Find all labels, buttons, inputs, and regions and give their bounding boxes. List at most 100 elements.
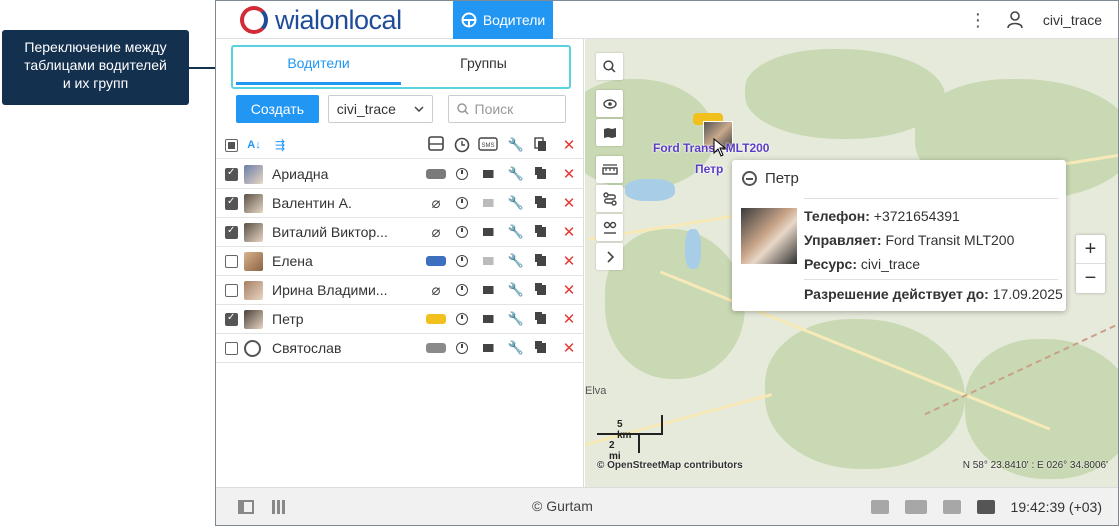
username[interactable]: civi_trace — [1043, 12, 1102, 28]
hierarchy-icon[interactable]: ⇶ — [268, 135, 292, 155]
driver-name[interactable]: Петр — [272, 311, 390, 327]
clock-icon[interactable] — [450, 280, 474, 300]
driver-name[interactable]: Виталий Виктор... — [272, 224, 390, 240]
geofence-icon[interactable] — [596, 214, 623, 241]
row-checkbox[interactable] — [225, 196, 238, 210]
clock-icon[interactable] — [450, 251, 474, 271]
no-unit-icon[interactable]: ⌀ — [424, 193, 448, 213]
chevron-right-icon[interactable] — [596, 243, 623, 270]
clock-icon[interactable] — [450, 309, 474, 329]
assigned-unit-icon[interactable] — [424, 164, 448, 184]
no-unit-icon[interactable]: ⌀ — [424, 222, 448, 242]
ruler-icon[interactable] — [596, 156, 623, 183]
assigned-unit-icon[interactable] — [424, 251, 448, 271]
row-checkbox[interactable] — [225, 225, 238, 239]
copy-icon[interactable] — [529, 164, 553, 184]
table-row[interactable]: Ирина Владими... ⌀ 🔧 ✕ — [216, 276, 584, 305]
copy-icon[interactable] — [529, 338, 553, 358]
map-attribution[interactable]: © OpenStreetMap contributors — [597, 460, 743, 471]
wrench-icon[interactable]: 🔧 — [504, 164, 528, 184]
driver-name[interactable]: Ариадна — [272, 166, 390, 182]
map-layers-icon[interactable] — [596, 119, 623, 146]
delete-header-icon[interactable]: ✕ — [557, 135, 581, 155]
copy-header-icon[interactable] — [529, 135, 553, 155]
table-row[interactable]: Ариадна 🔧 ✕ — [216, 160, 584, 189]
wrench-icon[interactable]: 🔧 — [504, 251, 528, 271]
sort-az-icon[interactable]: A↓ — [242, 135, 266, 155]
zoom-in-button[interactable]: + — [1076, 235, 1105, 264]
nav-drivers-button[interactable]: Водители — [453, 1, 553, 39]
bus-icon[interactable] — [424, 135, 448, 155]
table-row[interactable]: Елена 🔧 ✕ — [216, 247, 584, 276]
map-search-icon[interactable] — [596, 53, 623, 80]
wrench-icon[interactable]: 🔧 — [504, 309, 528, 329]
mail-icon[interactable] — [476, 338, 500, 358]
search-input[interactable]: Поиск — [447, 95, 567, 123]
mail-icon[interactable] — [476, 222, 500, 242]
gallery-icon[interactable] — [942, 500, 961, 514]
sms-icon[interactable]: SMS — [476, 135, 500, 155]
assigned-unit-icon[interactable] — [424, 309, 448, 329]
tab-drivers[interactable]: Водители — [236, 47, 401, 87]
logo-text: wialonlocal — [275, 4, 402, 35]
create-button[interactable]: Создать — [236, 95, 319, 123]
wrench-icon[interactable]: 🔧 — [504, 338, 528, 358]
delete-icon[interactable]: ✕ — [557, 309, 581, 329]
apps-grid-icon[interactable] — [272, 500, 286, 514]
mail-icon[interactable] — [476, 280, 500, 300]
mail-icon[interactable] — [476, 309, 500, 329]
clock-icon[interactable] — [450, 338, 474, 358]
row-checkbox[interactable] — [225, 167, 238, 181]
reports-icon[interactable] — [976, 500, 995, 514]
no-unit-icon[interactable]: ⌀ — [424, 280, 448, 300]
row-checkbox[interactable] — [225, 254, 238, 268]
copy-icon[interactable] — [529, 251, 553, 271]
table-row[interactable]: Валентин А. ⌀ 🔧 ✕ — [216, 189, 584, 218]
copy-icon[interactable] — [529, 280, 553, 300]
delete-icon[interactable]: ✕ — [557, 280, 581, 300]
user-icon[interactable] — [1007, 11, 1023, 29]
eye-icon[interactable] — [596, 90, 623, 117]
copy-icon[interactable] — [529, 309, 553, 329]
messages-icon[interactable] — [904, 500, 927, 514]
copy-icon[interactable] — [529, 222, 553, 242]
driver-name[interactable]: Валентин А. — [272, 195, 390, 211]
wrench-icon[interactable]: 🔧 — [504, 280, 528, 300]
delete-icon[interactable]: ✕ — [557, 222, 581, 242]
clock-header-icon[interactable] — [450, 135, 474, 155]
wrench-icon[interactable]: 🔧 — [504, 193, 528, 213]
driver-name[interactable]: Святослав — [272, 340, 390, 356]
delete-icon[interactable]: ✕ — [557, 193, 581, 213]
delete-icon[interactable]: ✕ — [557, 251, 581, 271]
driver-name[interactable]: Елена — [272, 253, 390, 269]
zoom-out-button[interactable]: − — [1076, 264, 1105, 293]
mail-icon[interactable] — [476, 251, 500, 271]
more-menu-icon[interactable]: ⋮ — [969, 11, 987, 29]
clock-icon[interactable] — [450, 222, 474, 242]
table-row[interactable]: Виталий Виктор... ⌀ 🔧 ✕ — [216, 218, 584, 247]
driver-name[interactable]: Ирина Владими... — [272, 282, 390, 298]
table-row[interactable]: Святослав 🔧 ✕ — [216, 334, 584, 363]
table-row[interactable]: Петр 🔧 ✕ — [216, 305, 584, 334]
wialon-logo[interactable]: wialonlocal — [240, 5, 402, 35]
row-checkbox[interactable] — [225, 283, 238, 297]
clock-icon[interactable] — [450, 164, 474, 184]
route-icon[interactable] — [596, 185, 623, 212]
copy-icon[interactable] — [529, 193, 553, 213]
mail-icon[interactable] — [476, 164, 500, 184]
row-checkbox[interactable] — [225, 312, 238, 326]
resource-select[interactable]: civi_trace — [327, 95, 433, 123]
map-view[interactable]: Elva + − Ford Transit MLT200 Петр Петр Т… — [585, 39, 1118, 487]
mail-icon[interactable] — [476, 193, 500, 213]
notifications-icon[interactable] — [870, 500, 889, 514]
clock-icon[interactable] — [450, 193, 474, 213]
delete-icon[interactable]: ✕ — [557, 164, 581, 184]
select-all-checkbox[interactable] — [225, 139, 238, 152]
wrench-header-icon[interactable]: 🔧 — [504, 135, 528, 155]
wrench-icon[interactable]: 🔧 — [504, 222, 528, 242]
toggle-panel-icon[interactable] — [238, 500, 254, 514]
tab-groups[interactable]: Группы — [401, 47, 566, 87]
assigned-unit-icon[interactable] — [424, 338, 448, 358]
row-checkbox[interactable] — [225, 341, 238, 355]
delete-icon[interactable]: ✕ — [557, 338, 581, 358]
